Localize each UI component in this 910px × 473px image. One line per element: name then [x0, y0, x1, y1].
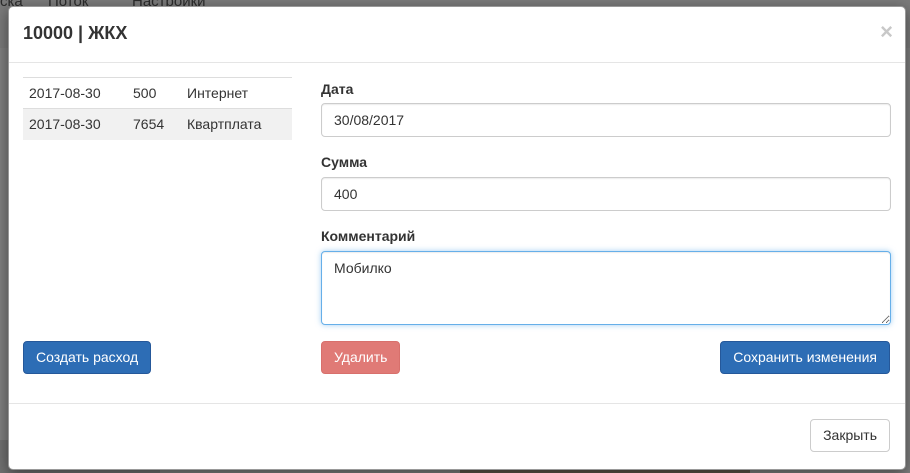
tx-category: Интернет [181, 77, 292, 109]
create-expense-button[interactable]: Создать расход [23, 341, 152, 374]
table-row[interactable]: 2017-08-30 7654 Квартплата [23, 108, 292, 140]
tx-amount: 7654 [127, 108, 181, 140]
close-button[interactable]: Закрыть [810, 419, 890, 452]
modal-footer-divider [9, 403, 905, 404]
table-row[interactable]: 2017-08-30 500 Интернет [23, 77, 292, 109]
date-label: Дата [321, 81, 354, 97]
edit-transaction-modal: 10000 | ЖКХ × 2017-08-30 500 Интернет 20… [8, 6, 906, 470]
comment-label: Комментарий [321, 228, 416, 244]
modal-header: 10000 | ЖКХ × [9, 7, 905, 63]
tx-date: 2017-08-30 [23, 108, 127, 140]
tx-category: Квартплата [181, 108, 292, 140]
tx-date: 2017-08-30 [23, 77, 127, 109]
save-changes-button[interactable]: Сохранить изменения [720, 341, 890, 374]
delete-button[interactable]: Удалить [321, 341, 401, 374]
transactions-table: 2017-08-30 500 Интернет 2017-08-30 7654 … [23, 77, 292, 140]
date-field[interactable] [321, 103, 891, 137]
tx-amount: 500 [127, 77, 181, 109]
comment-field[interactable]: Мобилко [321, 251, 891, 325]
close-icon[interactable]: × [880, 21, 893, 43]
amount-label: Сумма [321, 154, 368, 170]
amount-field[interactable] [321, 177, 891, 211]
modal-title: 10000 | ЖКХ [23, 23, 128, 43]
